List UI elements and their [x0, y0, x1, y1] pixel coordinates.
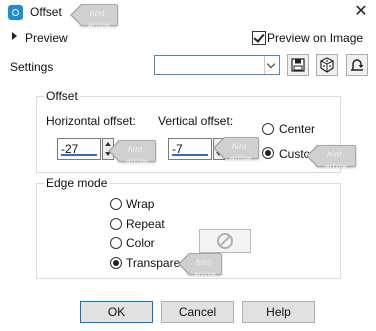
chevron-down-icon[interactable]: [264, 56, 279, 74]
color-radio[interactable]: [110, 237, 122, 249]
help-button[interactable]: Help: [242, 301, 315, 323]
preview-label[interactable]: Preview: [25, 31, 68, 45]
hint-text: hint-arrow: [324, 150, 348, 171]
hint-text: hint-arrow: [87, 9, 111, 30]
hint-text: hint-arrow: [193, 258, 217, 279]
hint-arrow-transparent: hint-arrow: [178, 253, 222, 279]
wrap-radio-label[interactable]: Wrap: [126, 197, 154, 211]
center-radio[interactable]: [262, 123, 274, 135]
input-focus-underline: [172, 154, 208, 156]
repeat-radio-label[interactable]: Repeat: [126, 217, 165, 231]
randomize-button[interactable]: [316, 54, 338, 76]
vertical-offset-input[interactable]: -7: [168, 138, 212, 160]
input-focus-underline: [61, 154, 97, 156]
save-preset-button[interactable]: [287, 54, 309, 76]
preview-on-image-label[interactable]: Preview on Image: [267, 31, 363, 45]
preview-on-image-checkbox[interactable]: [252, 31, 266, 45]
hint-text: hint-arrow: [229, 142, 253, 163]
offset-group-title: Offset: [44, 89, 80, 103]
vertical-offset-label: Vertical offset:: [158, 114, 234, 128]
randomize-icon: [320, 57, 334, 73]
hint-text: hint-arrow: [125, 145, 149, 166]
color-radio-label[interactable]: Color: [126, 236, 155, 250]
save-preset-icon: [291, 58, 305, 72]
reset-button[interactable]: [346, 54, 368, 76]
hint-arrow-vertical: hint-arrow: [213, 137, 259, 163]
no-color-icon: [217, 233, 233, 249]
cancel-button[interactable]: Cancel: [161, 301, 234, 323]
custom-radio[interactable]: [262, 147, 274, 159]
reset-icon: [351, 59, 364, 71]
horizontal-offset-label: Horizontal offset:: [46, 114, 136, 128]
ok-button[interactable]: OK: [80, 301, 153, 323]
edge-color-swatch[interactable]: [199, 229, 251, 253]
horizontal-offset-input[interactable]: -27: [57, 138, 101, 160]
hint-arrow-custom: hint-arrow: [306, 145, 356, 171]
close-button[interactable]: ✕: [352, 3, 370, 21]
wrap-radio[interactable]: [110, 198, 122, 210]
hint-arrow-title: hint-arrow: [70, 4, 118, 30]
settings-label: Settings: [10, 60, 54, 74]
app-icon: [8, 5, 23, 20]
hint-arrow-horizontal: hint-arrow: [108, 140, 156, 166]
edge-mode-group-title: Edge mode: [44, 176, 110, 190]
center-radio-label[interactable]: Center: [279, 122, 315, 136]
settings-preset-dropdown[interactable]: [154, 55, 280, 75]
repeat-radio[interactable]: [110, 218, 122, 230]
window-title: Offset: [30, 5, 62, 19]
preview-expand-icon[interactable]: [12, 32, 17, 40]
transparent-radio[interactable]: [110, 257, 122, 269]
